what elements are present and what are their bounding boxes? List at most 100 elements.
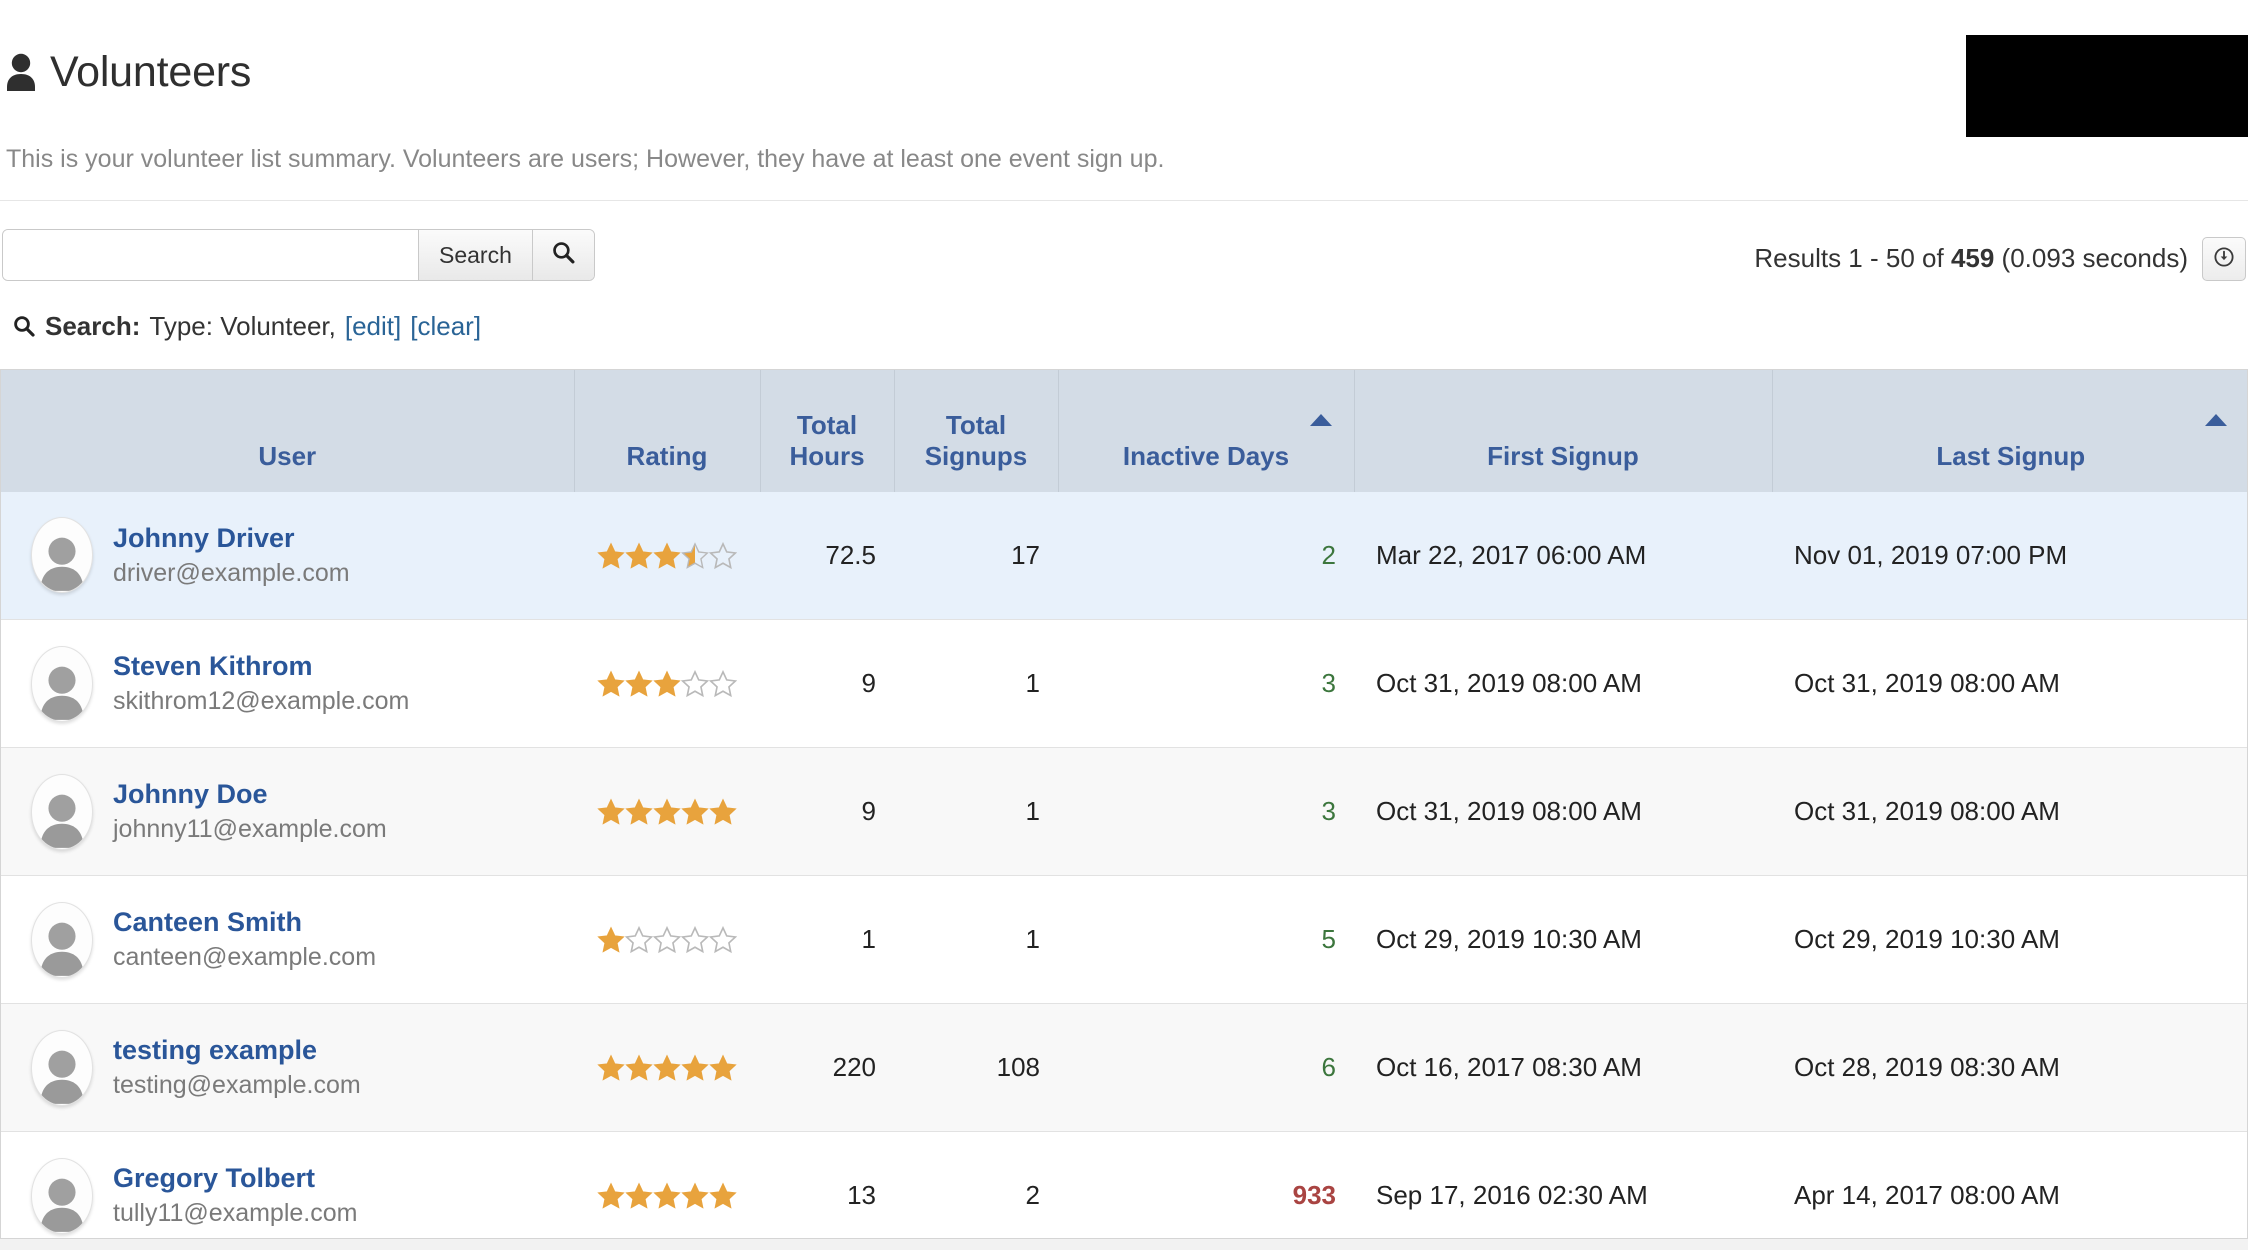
table-row[interactable]: Johnny Doe johnny11@example.com 9 1 3 Oc… [1,747,2247,876]
user-cell: testing example testing@example.com [19,1029,556,1106]
cell-total-hours: 1 [760,875,894,1004]
user-meta: testing example testing@example.com [113,1035,361,1100]
cell-rating [574,491,760,620]
table-row[interactable]: Johnny Driver driver@example.com 72.5 17… [1,491,2247,620]
column-header-total-hours-line2: Hours [789,440,865,471]
page-title: Volunteers [50,47,252,96]
column-header-total-signups[interactable]: Total Signups [894,369,1059,492]
user-name-link[interactable]: Steven Kithrom [113,651,409,682]
refresh-button[interactable] [2202,236,2246,281]
cell-total-signups: 1 [894,875,1058,1004]
cell-inactive-days: 3 [1058,747,1354,876]
magnifier-icon [12,311,36,342]
user-name-link[interactable]: Johnny Driver [113,523,350,554]
star-rating [597,1179,737,1209]
user-email: johnny11@example.com [113,815,387,844]
star-rating [597,667,738,698]
cell-first-signup: Oct 29, 2019 10:30 AM [1354,875,1772,1004]
cell-last-signup: Oct 31, 2019 08:00 AM [1772,747,2247,876]
cell-total-hours: 9 [760,747,894,876]
cell-total-signups: 1 [894,619,1058,748]
cell-total-hours: 72.5 [760,491,894,620]
user-name-link[interactable]: Johnny Doe [113,779,387,810]
user-email: skithrom12@example.com [113,687,410,716]
user-meta: Gregory Tolbert tully11@example.com [113,1163,357,1228]
column-header-last-signup[interactable]: Last Signup [1772,369,2247,492]
cell-first-signup: Oct 16, 2017 08:30 AM [1354,1003,1772,1132]
search-button[interactable]: Search [418,229,532,280]
title-row: Volunteers [0,22,2248,123]
user-email: testing@example.com [113,1071,361,1100]
column-header-rating[interactable]: Rating [574,369,761,492]
avatar [31,645,93,722]
user-name-link[interactable]: Canteen Smith [113,907,376,938]
cell-user: Johnny Doe johnny11@example.com [1,747,574,876]
results-prefix: Results 1 - 50 of [1754,243,1951,274]
header-divider [0,199,2248,201]
avatar [31,517,93,594]
avatar [31,901,93,978]
table-row[interactable]: Gregory Tolbert tully11@example.com 13 2… [1,1131,2247,1250]
cell-last-signup: Apr 14, 2017 08:00 AM [1772,1131,2247,1250]
user-meta: Canteen Smith canteen@example.com [113,907,376,972]
user-cell: Johnny Doe johnny11@example.com [19,773,556,850]
table-row[interactable]: testing example testing@example.com 220 … [1,1003,2247,1132]
avatar [31,1157,93,1234]
column-header-user[interactable]: User [1,369,575,492]
cell-inactive-days: 6 [1058,1003,1354,1132]
cell-total-signups: 108 [894,1003,1058,1132]
cell-user: Johnny Driver driver@example.com [1,491,574,620]
user-name-link[interactable]: testing example [113,1035,361,1066]
column-header-total-hours[interactable]: Total Hours [760,369,895,492]
search-clear-link[interactable]: [clear] [410,311,481,342]
search-summary-value: Type: Volunteer, [149,311,336,342]
cell-user: testing example testing@example.com [1,1003,574,1132]
cell-inactive-days: 2 [1058,491,1354,620]
search-input[interactable] [3,229,418,280]
cell-first-signup: Oct 31, 2019 08:00 AM [1354,619,1772,748]
cell-inactive-days: 3 [1058,619,1354,748]
column-header-total-hours-line1: Total [796,409,858,440]
search-row: Search Results 1 - 50 of 459 (0.093 seco… [0,209,2248,301]
star-rating [597,1051,737,1081]
user-cell: Gregory Tolbert tully11@example.com [19,1157,556,1234]
search-icon-button[interactable] [531,229,594,280]
redacted-region [1966,35,2248,137]
search-input-group: Search [2,228,595,281]
user-email: canteen@example.com [113,943,377,972]
column-header-last-signup-label: Last Signup [1936,440,2086,471]
cell-total-signups: 2 [894,1131,1058,1250]
user-name-link[interactable]: Gregory Tolbert [113,1163,357,1194]
column-header-inactive-days[interactable]: Inactive Days [1058,369,1355,492]
page-header: Volunteers This is your volunteer list s… [0,0,2248,201]
cell-last-signup: Oct 28, 2019 08:30 AM [1772,1003,2247,1132]
cell-rating [574,747,760,876]
sort-ascending-icon [2205,413,2227,426]
user-meta: Steven Kithrom skithrom12@example.com [113,651,409,716]
results-area: Results 1 - 50 of 459 (0.093 seconds) [1754,236,2246,281]
cell-rating [574,1131,760,1250]
cell-total-hours: 13 [760,1131,894,1250]
search-edit-link[interactable]: [edit] [345,311,401,342]
table-header: User Rating Total Hours Total Signups In… [1,369,2247,492]
search-summary: Search: Type: Volunteer, [edit] [clear] [0,307,2248,347]
cell-total-hours: 9 [760,619,894,748]
person-icon [6,53,36,92]
magnifier-icon [551,232,576,280]
volunteers-table: User Rating Total Hours Total Signups In… [1,369,2247,1250]
column-header-first-signup[interactable]: First Signup [1354,369,1773,492]
table-row[interactable]: Steven Kithrom skithrom12@example.com 9 … [1,619,2247,748]
table-row[interactable]: Canteen Smith canteen@example.com 1 1 5 … [1,875,2247,1004]
user-cell: Johnny Driver driver@example.com [19,517,556,594]
cell-user: Gregory Tolbert tully11@example.com [1,1131,574,1250]
column-header-total-signups-line1: Total [945,409,1007,440]
cell-rating [574,1003,760,1132]
user-email: driver@example.com [113,558,350,587]
cell-total-hours: 220 [760,1003,894,1132]
cell-inactive-days: 933 [1058,1131,1354,1250]
cell-first-signup: Mar 22, 2017 06:00 AM [1354,491,1772,620]
user-cell: Canteen Smith canteen@example.com [19,901,556,978]
star-rating [597,923,738,954]
cell-total-signups: 1 [894,747,1058,876]
star-rating [597,539,738,570]
